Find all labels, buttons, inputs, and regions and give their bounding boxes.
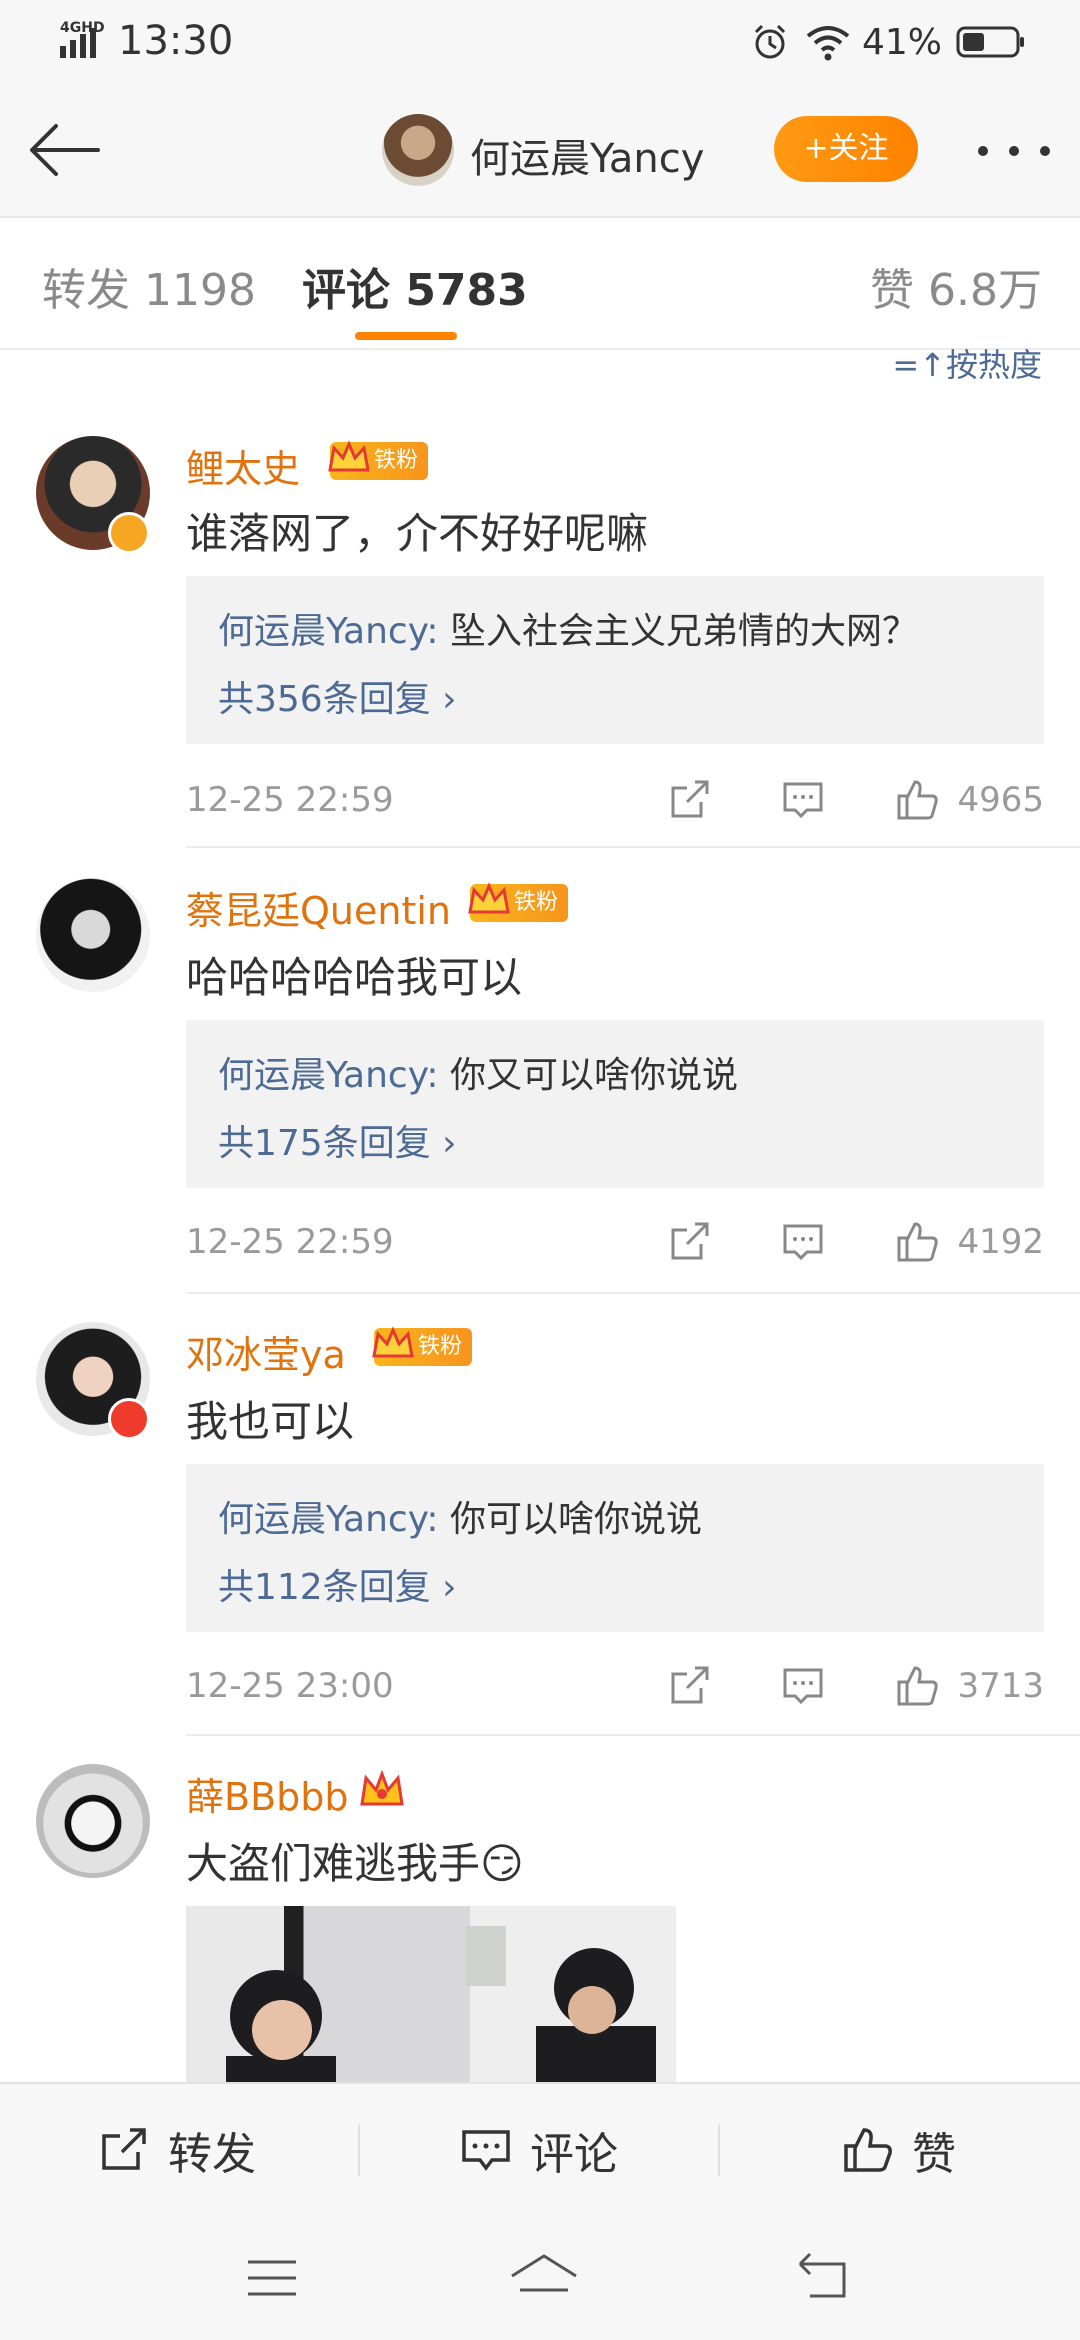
divider	[186, 1734, 1080, 1736]
crown-icon	[328, 440, 370, 472]
like-icon[interactable]	[893, 1218, 941, 1266]
share-icon[interactable]	[665, 1662, 713, 1710]
back-icon[interactable]	[796, 2250, 852, 2306]
reply-preview[interactable]: 何运晨Yancy: 坠入社会主义兄弟情的大网？ 共356条回复 ›	[186, 576, 1044, 744]
comment-item: 邓冰莹ya 铁粉 我也可以 何运晨Yancy: 你可以啥你说说 共112条回复 …	[0, 1296, 1080, 1738]
clock: 13:30	[118, 18, 234, 64]
comment-actions: 3713	[665, 1662, 1044, 1710]
fan-badge: 铁粉	[328, 440, 429, 480]
system-navigation-bar	[0, 2214, 1080, 2340]
comment-icon[interactable]	[779, 1218, 827, 1266]
menu-icon[interactable]	[244, 2250, 300, 2306]
network-type: 4GHD	[60, 20, 105, 36]
like-button[interactable]: 赞	[842, 2084, 956, 2216]
tab-likes[interactable]: 赞 6.8万	[870, 254, 1042, 318]
more-icon[interactable]	[978, 146, 1050, 158]
comment-time: 12-25 23:00	[186, 1666, 394, 1706]
sort-by-hot[interactable]: =↑按热度	[892, 340, 1042, 386]
reply-text: 你可以啥你说说	[438, 1499, 702, 1540]
alarm-icon	[754, 24, 786, 59]
follow-button[interactable]: +关注	[774, 116, 918, 182]
repost-button[interactable]: 转发	[98, 2084, 256, 2216]
verified-icon	[108, 512, 150, 554]
comment-icon[interactable]	[779, 1662, 827, 1710]
comment-text: 我也可以	[186, 1397, 355, 1446]
battery-percent: 41%	[861, 21, 942, 63]
comment-time: 12-25 22:59	[186, 1222, 394, 1262]
comment-image[interactable]	[186, 1906, 676, 2082]
divider	[186, 846, 1080, 848]
crown-icon	[360, 1769, 404, 1806]
tab-bar: 转发 1198 评论 5783 赞 6.8万	[0, 218, 1080, 350]
reply-author[interactable]: 何运晨Yancy:	[218, 611, 439, 652]
battery-icon	[956, 26, 1024, 58]
crown-icon	[372, 1326, 414, 1358]
tab-repost[interactable]: 转发 1198	[42, 254, 256, 318]
view-replies-link[interactable]: 共356条回复 ›	[218, 670, 457, 722]
back-arrow-icon[interactable]	[26, 120, 102, 180]
top-nav-bar: 何运晨Yancy +关注	[0, 84, 1080, 218]
like-count: 4192	[957, 1222, 1044, 1262]
comment-text: 谁落网了，介不好好呢嘛	[186, 509, 649, 558]
like-icon[interactable]	[893, 1662, 941, 1710]
comment-icon	[462, 2130, 510, 2171]
like-icon[interactable]	[893, 776, 941, 824]
comment-text: 哈哈哈哈哈我可以	[186, 953, 523, 1002]
reply-text: 坠入社会主义兄弟情的大网？	[438, 611, 918, 652]
view-replies-link[interactable]: 共112条回复 ›	[218, 1558, 457, 1610]
username[interactable]: 鲤太史	[186, 438, 300, 493]
comment-time: 12-25 22:59	[186, 780, 394, 820]
fan-badge: 铁粉	[468, 882, 569, 922]
reply-preview[interactable]: 何运晨Yancy: 你又可以啥你说说 共175条回复 ›	[186, 1020, 1044, 1188]
reply-text: 你又可以啥你说说	[438, 1055, 738, 1096]
photo-content	[226, 1926, 656, 2082]
divider	[718, 2124, 720, 2176]
like-count: 4965	[957, 780, 1044, 820]
username[interactable]: 蔡昆廷Quentin	[186, 880, 451, 935]
fan-badge: 铁粉	[372, 1326, 473, 1366]
reply-author[interactable]: 何运晨Yancy:	[218, 1499, 439, 1540]
repost-icon	[102, 2128, 146, 2170]
comment-text: 大盗们难逃我手😏	[186, 1839, 524, 1888]
share-icon[interactable]	[665, 776, 713, 824]
comment-actions: 4965	[665, 776, 1044, 824]
avatar[interactable]	[36, 878, 150, 992]
like-icon	[844, 2128, 892, 2172]
comment-item: 鲤太史 铁粉 谁落网了，介不好好呢嘛 何运晨Yancy: 坠入社会主义兄弟情的大…	[0, 410, 1080, 850]
like-count: 3713	[957, 1666, 1044, 1706]
comment-button[interactable]: 评论	[460, 2084, 618, 2216]
bottom-action-bar: 转发 评论 赞	[0, 2082, 1080, 2216]
tab-comments[interactable]: 评论 5783	[302, 254, 528, 318]
reply-author[interactable]: 何运晨Yancy:	[218, 1055, 439, 1096]
divider	[186, 1292, 1080, 1294]
verified-icon	[108, 1398, 150, 1440]
username[interactable]: 薛BBbbb	[186, 1766, 349, 1821]
page-title[interactable]: 何运晨Yancy	[470, 126, 704, 184]
view-replies-link[interactable]: 共175条回复 ›	[218, 1114, 457, 1166]
comment-icon[interactable]	[779, 776, 827, 824]
comment-actions: 4192	[665, 1218, 1044, 1266]
divider	[358, 2124, 360, 2176]
active-tab-indicator	[355, 332, 457, 340]
username[interactable]: 邓冰莹ya	[186, 1324, 346, 1379]
comment-item: 蔡昆廷Quentin 铁粉 哈哈哈哈哈我可以 何运晨Yancy: 你又可以啥你说…	[0, 852, 1080, 1296]
home-icon[interactable]	[508, 2250, 580, 2306]
wifi-icon	[806, 26, 850, 61]
share-icon[interactable]	[665, 1218, 713, 1266]
crown-icon	[468, 882, 510, 914]
avatar[interactable]	[36, 1764, 150, 1878]
author-avatar[interactable]	[382, 114, 454, 186]
status-bar: 4GHD 13:30 41%	[0, 0, 1080, 84]
reply-preview[interactable]: 何运晨Yancy: 你可以啥你说说 共112条回复 ›	[186, 1464, 1044, 1632]
